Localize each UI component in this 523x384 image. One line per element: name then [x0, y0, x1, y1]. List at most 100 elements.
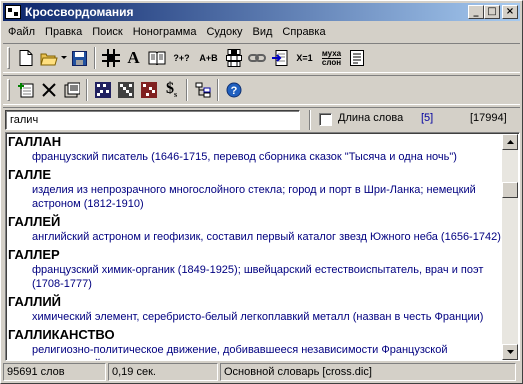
help-button[interactable]: ? — [222, 79, 245, 101]
status-dictionary: Основной словарь [cross.dic] — [220, 363, 516, 381]
menu-file[interactable]: Файл — [3, 24, 40, 41]
tree-structure-icon — [195, 82, 210, 98]
mask-query-label: ?+? — [173, 53, 190, 63]
toolbar-grip[interactable] — [7, 79, 10, 101]
entry-word: ГАЛЛАН — [8, 134, 62, 149]
search-separator — [309, 110, 311, 130]
entry-definition: религиозно-политическое движение, добива… — [32, 344, 448, 360]
text-document-icon — [349, 50, 364, 66]
dropdown-arrow-icon — [61, 56, 67, 59]
a-plus-b-label: A+B — [199, 53, 218, 63]
entry-definition: французский писатель (1646-1715, перевод… — [32, 151, 457, 163]
sudoku-button[interactable]: $s — [160, 79, 183, 101]
link-button[interactable] — [245, 47, 268, 69]
status-bar: 95691 слов 0,19 сек. Основной словарь [c… — [3, 363, 520, 381]
arrow-up-icon — [506, 140, 514, 144]
entry-definition: химический элемент, серебристо-белый лег… — [32, 311, 484, 323]
entry-definition: изделия из непрозрачного многослойного с… — [32, 184, 476, 210]
insert-word-button[interactable] — [268, 47, 291, 69]
list-item[interactable]: ГАЛЛЕЙ английский астроном и геофизик, с… — [8, 214, 504, 244]
app-window: Кроссвордомания _ □ × Файл Правка Поиск … — [0, 0, 523, 384]
word-length-label[interactable]: Длина слова — [338, 112, 403, 124]
word-ladder-button[interactable]: муха слон — [318, 47, 345, 69]
word-ladder-bottom-label: слон — [321, 57, 342, 67]
mask-search-button[interactable]: ?+? — [168, 47, 195, 69]
entry-word: ГАЛЛИЙ — [8, 294, 62, 309]
search-input[interactable] — [5, 110, 300, 130]
list-item[interactable]: ГАЛЛИЙ химический элемент, серебристо-бе… — [8, 294, 504, 324]
new-file-button[interactable] — [14, 47, 37, 69]
chain-link-icon — [247, 54, 266, 62]
arrow-down-icon — [506, 350, 514, 354]
menu-search[interactable]: Поиск — [87, 24, 127, 41]
scroll-thumb[interactable] — [502, 182, 518, 198]
dictionary-button[interactable] — [145, 47, 168, 69]
fill-grid-icon — [225, 49, 242, 67]
results-list[interactable]: ГАЛЛАН французский писатель (1646-1715, … — [5, 132, 520, 361]
app-crossword-icon — [5, 5, 21, 19]
entry-word: ГАЛЛЕ — [8, 167, 52, 182]
properties-button[interactable] — [60, 79, 83, 101]
toolbar-separator — [86, 79, 88, 101]
list-item[interactable]: ГАЛЛЕР французский химик-органик (1849-1… — [8, 247, 504, 291]
list-item[interactable]: ГАЛЛАН французский писатель (1646-1715, … — [8, 134, 504, 164]
open-recent-dropdown[interactable] — [60, 47, 68, 69]
vertical-scrollbar[interactable] — [502, 134, 518, 360]
minimize-button[interactable]: _ — [468, 5, 484, 19]
anagram-button[interactable]: A+B — [195, 47, 222, 69]
scroll-down-button[interactable] — [502, 344, 518, 360]
delete-button[interactable] — [37, 79, 60, 101]
menu-nonogram[interactable]: Нонограмма — [128, 24, 202, 41]
total-count: [17994] — [470, 112, 507, 124]
pixel-grid-icon — [117, 82, 134, 98]
equation-button[interactable]: X=1 — [291, 47, 318, 69]
list-item[interactable]: ГАЛЛИКАНСТВО религиозно-политическое дви… — [8, 327, 504, 360]
window-title: Кроссвордомания — [25, 5, 134, 19]
insert-arrow-icon — [271, 50, 287, 66]
entry-word: ГАЛЛЕЙ — [8, 214, 61, 229]
entry-definition: французский химик-органик (1849-1925); ш… — [32, 264, 484, 290]
secondary-toolbar: $s ? — [3, 75, 520, 105]
nonogram-2-button[interactable] — [114, 79, 137, 101]
toolbar-separator — [186, 79, 188, 101]
open-folder-icon — [39, 53, 58, 65]
list-item[interactable]: ГАЛЛЕ изделия из непрозрачного многослой… — [8, 167, 504, 211]
list-document-button[interactable] — [345, 47, 368, 69]
x-equals-1-label: X=1 — [296, 53, 313, 63]
tree-structure-button[interactable] — [191, 79, 214, 101]
entry-definition: английский астроном и геофизик, составил… — [32, 231, 501, 243]
font-button[interactable]: A — [122, 47, 145, 69]
maximize-button[interactable]: □ — [484, 5, 500, 19]
nonogram-3-button[interactable] — [137, 79, 160, 101]
toolbar-separator — [94, 47, 96, 69]
menu-sudoku[interactable]: Судоку — [201, 24, 247, 41]
crossword-grid-icon — [101, 49, 120, 67]
new-document-icon — [19, 50, 32, 66]
add-word-button[interactable] — [14, 79, 37, 101]
pixel-grid-icon — [140, 82, 157, 98]
word-length-value: [5] — [421, 112, 434, 124]
save-disk-icon — [72, 50, 87, 66]
nonogram-1-button[interactable] — [91, 79, 114, 101]
toolbar-grip[interactable] — [7, 47, 10, 69]
menu-view[interactable]: Вид — [248, 24, 278, 41]
fill-grid-button[interactable] — [222, 47, 245, 69]
open-file-button[interactable] — [37, 47, 60, 69]
word-length-checkbox[interactable] — [319, 113, 332, 126]
status-word-count: 95691 слов — [3, 363, 106, 381]
menu-edit[interactable]: Правка — [40, 24, 87, 41]
main-toolbar: A ?+? A+B X=1 муха слон — [3, 43, 520, 73]
save-button[interactable] — [68, 47, 91, 69]
search-row: Длина слова [5] [17994] — [3, 107, 520, 131]
menu-help[interactable]: Справка — [277, 24, 330, 41]
letter-a-icon: A — [127, 48, 140, 67]
scroll-up-button[interactable] — [502, 134, 518, 150]
close-button[interactable]: × — [502, 5, 518, 19]
entry-word: ГАЛЛЕР — [8, 247, 60, 262]
s-dollar-icon: $s — [165, 80, 178, 100]
title-bar[interactable]: Кроссвордомания _ □ × — [3, 3, 520, 21]
toolbar-separator — [217, 79, 219, 101]
status-time: 0,19 сек. — [108, 363, 218, 381]
crossword-grid-button[interactable] — [99, 47, 122, 69]
clipboard-icon — [64, 82, 80, 98]
